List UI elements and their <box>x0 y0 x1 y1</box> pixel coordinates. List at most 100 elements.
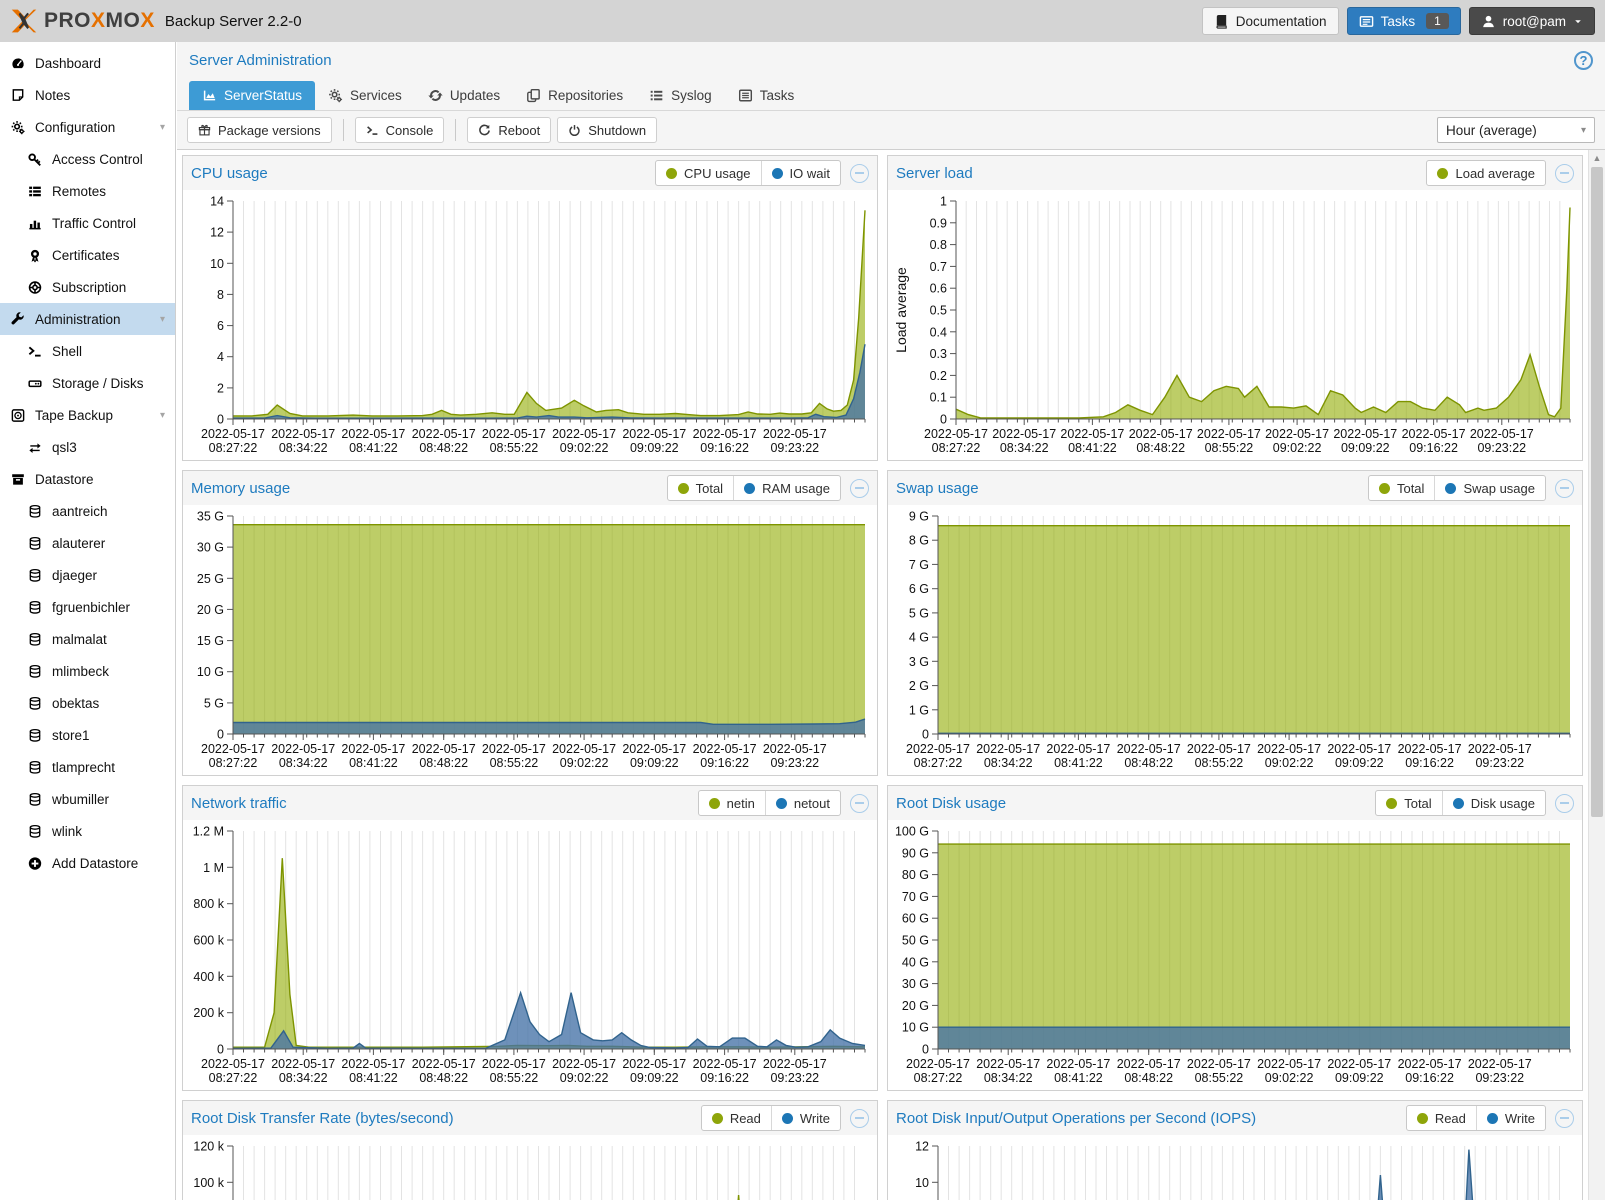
legend-item-netin[interactable]: netin <box>699 791 765 815</box>
scrollbar-thumb[interactable] <box>1591 167 1603 817</box>
legend-item-disk-usage[interactable]: Disk usage <box>1442 791 1545 815</box>
tasks-button[interactable]: Tasks 1 <box>1347 7 1461 35</box>
reboot-button[interactable]: Reboot <box>467 117 551 143</box>
legend-item-total[interactable]: Total <box>1376 791 1441 815</box>
tab-services[interactable]: Services <box>315 81 415 110</box>
sidebar-item-malmalat[interactable]: malmalat <box>0 623 175 655</box>
sidebar-item-wbumiller[interactable]: wbumiller <box>0 783 175 815</box>
sidebar-item-djaeger[interactable]: djaeger <box>0 559 175 591</box>
sidebar-item-alauterer[interactable]: alauterer <box>0 527 175 559</box>
panels-scroll-area: CPU usageCPU usageIO wait024681012142022… <box>177 150 1588 1200</box>
legend-item-cpu-usage[interactable]: CPU usage <box>656 161 760 185</box>
sidebar-item-label: store1 <box>52 728 90 743</box>
collapse-panel-button[interactable] <box>1555 794 1574 813</box>
svg-text:2022-05-17: 2022-05-17 <box>552 1057 616 1071</box>
legend-item-total[interactable]: Total <box>1369 476 1434 500</box>
legend-item-write[interactable]: Write <box>1476 1106 1545 1130</box>
sidebar-item-storage-disks[interactable]: Storage / Disks <box>0 367 175 399</box>
svg-text:08:48:22: 08:48:22 <box>1124 756 1173 770</box>
sidebar-item-certificates[interactable]: Certificates <box>0 239 175 271</box>
sidebar-item-administration[interactable]: Administration▾ <box>0 303 175 335</box>
svg-text:2022-05-17: 2022-05-17 <box>1117 742 1181 756</box>
legend-item-load-average[interactable]: Load average <box>1427 161 1545 185</box>
tab-repositories[interactable]: Repositories <box>513 81 636 110</box>
tab-serverstatus[interactable]: ServerStatus <box>189 81 315 110</box>
scroll-up-arrow-icon[interactable]: ▲ <box>1589 150 1605 166</box>
svg-text:2022-05-17: 2022-05-17 <box>482 427 546 441</box>
collapse-panel-button[interactable] <box>850 164 869 183</box>
collapse-panel-button[interactable] <box>850 479 869 498</box>
svg-text:100 G: 100 G <box>895 825 929 839</box>
package-versions-button[interactable]: Package versions <box>187 117 332 143</box>
sidebar-item-tape-backup[interactable]: Tape Backup ▾ <box>0 399 175 431</box>
legend-item-io-wait[interactable]: IO wait <box>761 161 840 185</box>
collapse-caret-icon[interactable]: ▾ <box>160 122 171 133</box>
collapse-panel-button[interactable] <box>1555 479 1574 498</box>
svg-text:2022-05-17: 2022-05-17 <box>341 427 405 441</box>
console-button[interactable]: Console <box>355 117 445 143</box>
tasks-count-badge: 1 <box>1426 13 1449 29</box>
sidebar-item-mlimbeck[interactable]: mlimbeck <box>0 655 175 687</box>
sidebar-item-wlink[interactable]: wlink <box>0 815 175 847</box>
svg-text:08:41:22: 08:41:22 <box>349 1071 398 1085</box>
tab-syslog[interactable]: Syslog <box>636 81 725 110</box>
collapse-panel-button[interactable] <box>1555 164 1574 183</box>
vertical-scrollbar[interactable]: ▲ <box>1588 150 1605 1200</box>
sidebar-item-store1[interactable]: store1 <box>0 719 175 751</box>
legend-item-swap-usage[interactable]: Swap usage <box>1434 476 1545 500</box>
svg-text:2022-05-17: 2022-05-17 <box>976 742 1040 756</box>
minus-icon <box>1560 1117 1569 1119</box>
svg-text:2: 2 <box>217 381 224 395</box>
sidebar-item-configuration[interactable]: Configuration▾ <box>0 111 175 143</box>
remotes-icon <box>27 184 43 199</box>
svg-text:2022-05-17: 2022-05-17 <box>1468 742 1532 756</box>
svg-text:2022-05-17: 2022-05-17 <box>1398 1057 1462 1071</box>
legend-item-ram-usage[interactable]: RAM usage <box>733 476 840 500</box>
user-menu-button[interactable]: root@pam <box>1469 7 1595 35</box>
sidebar-item-datastore[interactable]: Datastore <box>0 463 175 495</box>
tasks-label: Tasks <box>1381 14 1416 29</box>
legend-item-write[interactable]: Write <box>771 1106 840 1130</box>
sidebar-item-label: Tape Backup <box>35 408 113 423</box>
legend-item-read[interactable]: Read <box>702 1106 771 1130</box>
sidebar-item-dashboard[interactable]: Dashboard <box>0 47 175 79</box>
sidebar-item-label: Storage / Disks <box>52 376 144 391</box>
sidebar-item-tlamprecht[interactable]: tlamprecht <box>0 751 175 783</box>
collapse-panel-button[interactable] <box>850 1109 869 1128</box>
database-icon <box>27 600 43 615</box>
sidebar-item-fgruenbichler[interactable]: fgruenbichler <box>0 591 175 623</box>
sidebar-item-shell[interactable]: Shell <box>0 335 175 367</box>
collapse-caret-icon[interactable]: ▾ <box>160 410 171 421</box>
sidebar-item-subscription[interactable]: Subscription <box>0 271 175 303</box>
collapse-panel-button[interactable] <box>850 794 869 813</box>
sidebar-item-traffic-control[interactable]: Traffic Control <box>0 207 175 239</box>
tab-tasks[interactable]: Tasks <box>725 81 808 110</box>
sidebar-item-access-control[interactable]: Access Control <box>0 143 175 175</box>
legend-item-netout[interactable]: netout <box>765 791 840 815</box>
sidebar-item-remotes[interactable]: Remotes <box>0 175 175 207</box>
documentation-label: Documentation <box>1236 14 1327 29</box>
svg-text:09:16:22: 09:16:22 <box>1405 756 1454 770</box>
legend-dot-icon <box>776 798 787 809</box>
sidebar-item-notes[interactable]: Notes <box>0 79 175 111</box>
svg-text:2022-05-17: 2022-05-17 <box>412 1057 476 1071</box>
sidebar-item-add-datastore[interactable]: Add Datastore <box>0 847 175 879</box>
collapse-panel-button[interactable] <box>1555 1109 1574 1128</box>
help-button[interactable]: ? <box>1574 51 1593 70</box>
svg-text:08:55:22: 08:55:22 <box>1195 1071 1244 1085</box>
svg-text:400 k: 400 k <box>193 970 224 984</box>
sidebar-item-aantreich[interactable]: aantreich <box>0 495 175 527</box>
timeframe-select[interactable]: Hour (average) ▾ <box>1437 117 1595 143</box>
button-label: Console <box>386 123 434 138</box>
sidebar-item-qsl3[interactable]: qsl3 <box>0 431 175 463</box>
collapse-caret-icon[interactable]: ▾ <box>160 314 171 325</box>
shutdown-button[interactable]: Shutdown <box>557 117 657 143</box>
svg-text:08:55:22: 08:55:22 <box>490 756 539 770</box>
tab-updates[interactable]: Updates <box>415 81 513 110</box>
documentation-button[interactable]: Documentation <box>1202 7 1339 35</box>
brand-part: X <box>140 9 155 32</box>
sidebar-item-obektas[interactable]: obektas <box>0 687 175 719</box>
legend-item-read[interactable]: Read <box>1407 1106 1476 1130</box>
chart-canvas: 020 k40 k60 k80 k100 k120 k2022-05-1708:… <box>187 1138 873 1200</box>
legend-item-total[interactable]: Total <box>668 476 733 500</box>
